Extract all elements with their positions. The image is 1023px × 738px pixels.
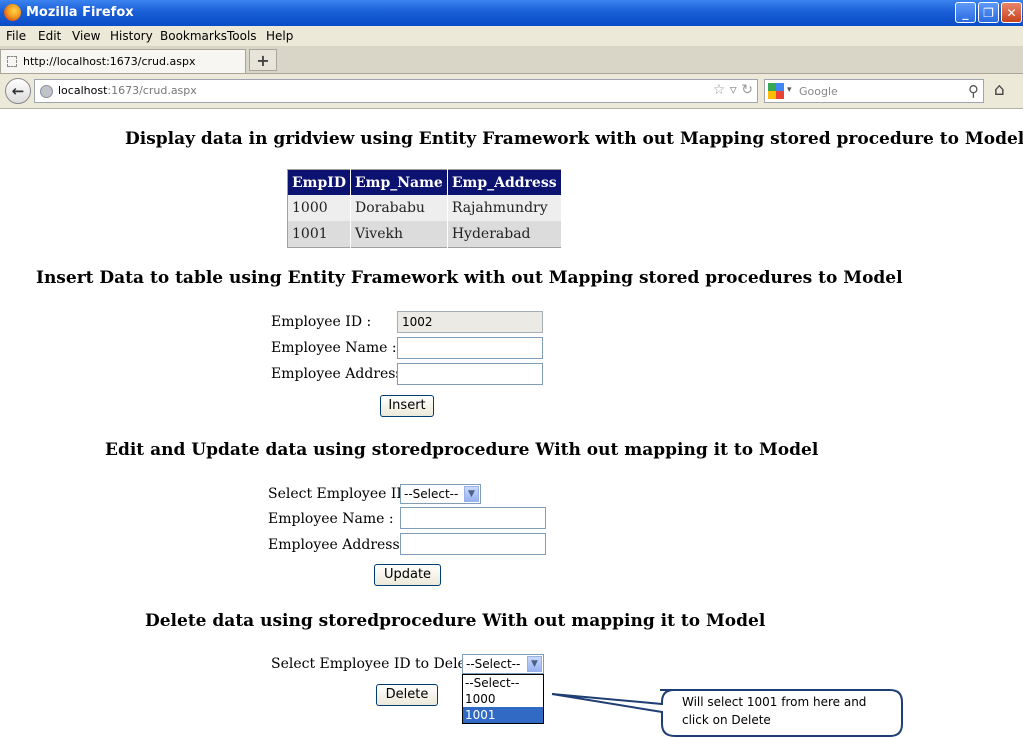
search-placeholder: Google xyxy=(799,85,838,98)
star-icon[interactable]: ☆ xyxy=(713,82,726,98)
employee-gridview: EmpID Emp_Name Emp_Address 1000 Dorababu… xyxy=(287,169,562,248)
dropdown-arrow-icon[interactable]: ▿ xyxy=(730,82,737,98)
firefox-logo-icon xyxy=(4,4,21,21)
chevron-down-icon[interactable]: ▼ xyxy=(527,656,542,672)
update-employee-name-label: Employee Name : xyxy=(268,511,394,527)
column-header-empid: EmpID xyxy=(287,169,351,195)
menu-bar: File Edit View History Bookmarks Tools H… xyxy=(0,26,1023,46)
menu-tools[interactable]: Tools xyxy=(227,29,257,43)
window-title-bar: Mozilla Firefox _ ❐ ✕ xyxy=(0,0,1023,26)
reload-icon[interactable]: ↻ xyxy=(741,82,753,98)
menu-help[interactable]: Help xyxy=(266,29,293,43)
navigation-bar: ← localhost:1673/crud.aspx ☆ ▿ ↻ ▾ Googl… xyxy=(0,74,1023,109)
tab-crud[interactable]: http://localhost:1673/crud.aspx xyxy=(0,49,246,73)
update-select-id-label: Select Employee ID : xyxy=(268,486,417,502)
update-employee-id-select[interactable]: --Select-- ▼ xyxy=(400,484,481,504)
display-heading: Display data in gridview using Entity Fr… xyxy=(125,129,1023,149)
cell-address: Rajahmundry xyxy=(447,195,562,221)
delete-select-id-label: Select Employee ID to Delete : xyxy=(271,656,489,672)
url-host: localhost xyxy=(58,84,108,97)
update-select-value: --Select-- xyxy=(404,487,459,501)
insert-button[interactable]: Insert xyxy=(380,395,434,417)
callout-line2: click on Delete xyxy=(682,713,771,727)
delete-dropdown-list: --Select-- 1000 1001 xyxy=(462,674,544,724)
chevron-down-icon[interactable]: ▼ xyxy=(464,486,479,502)
home-icon[interactable]: ⌂ xyxy=(994,80,1005,100)
engine-dropdown-icon[interactable]: ▾ xyxy=(787,85,792,95)
insert-employee-address-field[interactable] xyxy=(397,363,543,385)
update-employee-name-field[interactable] xyxy=(400,507,546,529)
delete-select-value: --Select-- xyxy=(466,657,521,671)
cell-empname: Dorababu xyxy=(350,195,448,221)
insert-employee-name-label: Employee Name : xyxy=(271,340,397,356)
menu-history[interactable]: History xyxy=(110,29,153,43)
update-button[interactable]: Update xyxy=(374,564,441,586)
new-tab-button[interactable]: + xyxy=(249,49,277,71)
cell-empname: Vivekh xyxy=(350,221,448,248)
window-title: Mozilla Firefox xyxy=(26,5,134,20)
dropdown-option-highlighted[interactable]: 1001 xyxy=(463,707,543,723)
dropdown-option[interactable]: 1000 xyxy=(463,691,543,707)
search-bar[interactable]: ▾ Google ⚲ xyxy=(764,79,984,103)
dropdown-option[interactable]: --Select-- xyxy=(463,675,543,691)
table-row: 1000 Dorababu Rajahmundry xyxy=(287,195,562,221)
back-arrow-icon[interactable]: ← xyxy=(5,78,31,104)
update-employee-address-label: Employee Address : xyxy=(268,537,409,553)
update-employee-address-field[interactable] xyxy=(400,533,546,555)
cell-empid: 1001 xyxy=(287,221,351,248)
delete-button[interactable]: Delete xyxy=(376,684,438,706)
delete-heading: Delete data using storedprocedure With o… xyxy=(145,611,766,631)
url-icons: ☆ ▿ ↻ xyxy=(713,82,753,98)
column-header-empaddress: Emp_Address xyxy=(447,169,562,195)
cell-address: Hyderabad xyxy=(447,221,562,248)
page-icon xyxy=(7,56,17,67)
insert-employee-id-label: Employee ID : xyxy=(271,314,372,330)
tab-strip: http://localhost:1673/crud.aspx + xyxy=(0,46,1023,74)
callout-line1: Will select 1001 from here and xyxy=(682,695,867,709)
callout-text: Will select 1001 from here and click on … xyxy=(682,693,892,729)
cell-empid: 1000 xyxy=(287,195,351,221)
tab-title: http://localhost:1673/crud.aspx xyxy=(23,55,196,68)
url-bar[interactable]: localhost:1673/crud.aspx ☆ ▿ ↻ xyxy=(34,79,758,103)
table-row: 1001 Vivekh Hyderabad xyxy=(287,221,562,248)
menu-view[interactable]: View xyxy=(72,29,100,43)
maximize-button[interactable]: ❐ xyxy=(978,2,999,23)
insert-heading: Insert Data to table using Entity Framew… xyxy=(36,268,903,288)
menu-file[interactable]: File xyxy=(6,29,26,43)
column-header-empname: Emp_Name xyxy=(350,169,448,195)
globe-icon xyxy=(40,85,53,98)
menu-bookmarks[interactable]: Bookmarks xyxy=(160,29,227,43)
menu-edit[interactable]: Edit xyxy=(38,29,61,43)
url-path: :1673/crud.aspx xyxy=(107,84,197,97)
close-button[interactable]: ✕ xyxy=(1001,2,1022,23)
insert-employee-address-label: Employee Address : xyxy=(271,366,412,382)
magnifier-icon[interactable]: ⚲ xyxy=(968,82,979,100)
insert-employee-name-field[interactable] xyxy=(397,337,543,359)
minimize-button[interactable]: _ xyxy=(955,2,976,23)
delete-employee-id-select[interactable]: --Select-- ▼ xyxy=(462,654,544,674)
google-engine-icon[interactable] xyxy=(768,83,784,99)
update-heading: Edit and Update data using storedprocedu… xyxy=(105,440,819,460)
url-text: localhost:1673/crud.aspx xyxy=(58,84,197,97)
insert-employee-id-field[interactable]: 1002 xyxy=(397,311,543,333)
